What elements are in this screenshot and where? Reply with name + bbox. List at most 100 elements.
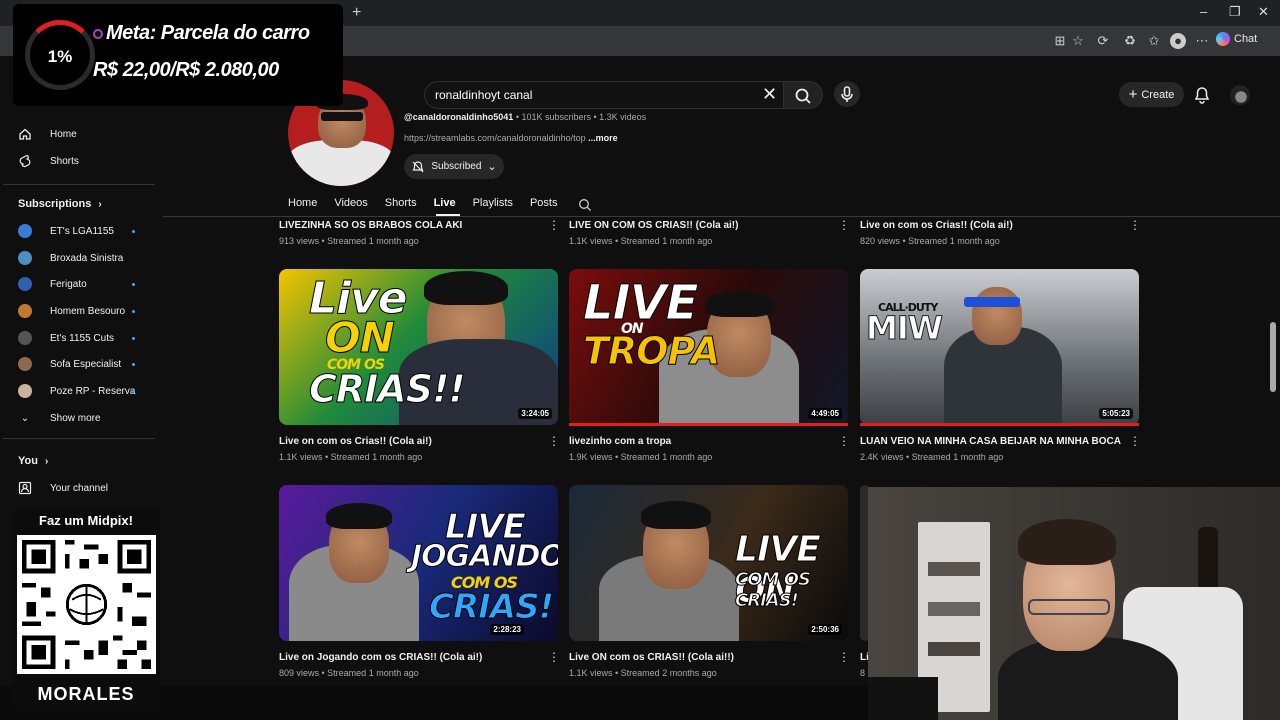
video-title[interactable]: Live ON com os CRIAS!! (Cola ai!!)	[569, 652, 831, 663]
channel-more-link[interactable]: ...more	[588, 133, 618, 143]
new-content-dot	[132, 390, 135, 393]
sidebar-item-home[interactable]: Home	[18, 127, 77, 141]
video-title[interactable]: LIVE ON COM OS CRIAS!! (Cola ai!)	[569, 220, 831, 231]
tab-posts[interactable]: Posts	[530, 197, 558, 212]
new-tab-button[interactable]: +	[352, 4, 361, 22]
sidebar-item-your-channel[interactable]: Your channel	[18, 481, 108, 495]
video-meta: 1.1K views • Streamed 2 months ago	[569, 668, 717, 678]
favorite-icon[interactable]: ☆	[1070, 33, 1086, 49]
watch-progress-bar	[860, 423, 1139, 426]
video-meta: 820 views • Streamed 1 month ago	[860, 236, 1000, 246]
channel-search-icon[interactable]	[578, 198, 592, 212]
video-menu-icon[interactable]: ⋮	[548, 219, 560, 231]
tab-home[interactable]: Home	[288, 197, 317, 212]
extensions-icon[interactable]: ⟳	[1095, 33, 1111, 49]
video-title[interactable]: livezinho com a tropa	[569, 436, 831, 447]
tab-videos[interactable]: Videos	[334, 197, 367, 212]
chevron-right-icon: ›	[98, 199, 102, 210]
subscriptions-heading-label: Subscriptions	[18, 198, 92, 210]
video-menu-icon[interactable]: ⋮	[838, 435, 850, 447]
subscription-item[interactable]: ET's LGA1155	[18, 224, 114, 238]
you-heading-label: You	[18, 455, 38, 467]
video-meta: 1.1K views • Streamed 1 month ago	[279, 452, 423, 462]
subscriptions-heading[interactable]: Subscriptions ›	[18, 198, 102, 210]
minimize-button[interactable]: –	[1200, 4, 1207, 19]
channel-handle: @canaldoronaldinho5041	[404, 112, 514, 122]
channel-link[interactable]: https://streamlabs.com/canaldoronaldinho…	[404, 133, 586, 143]
subscription-avatar	[18, 304, 32, 318]
video-thumbnail[interactable]: Live ON COM OS CRIAS!! 3:24:05	[279, 269, 558, 425]
subscribed-button[interactable]: Subscribed ⌄	[404, 154, 504, 179]
you-heading[interactable]: You ›	[18, 455, 48, 467]
subscription-item[interactable]: Sofa Especialist	[18, 357, 121, 371]
close-window-button[interactable]: ✕	[1258, 4, 1269, 20]
search-icon	[795, 88, 811, 104]
video-menu-icon[interactable]: ⋮	[548, 651, 560, 663]
create-label: Create	[1141, 88, 1175, 101]
sidebar-show-more[interactable]: ⌄ Show more	[18, 411, 101, 425]
new-content-dot	[132, 230, 135, 233]
thumbnail-text: JOGANDO	[410, 539, 558, 575]
thumbnail-text: CRIAS!!	[309, 367, 467, 412]
new-content-dot	[132, 363, 135, 366]
bell-off-icon	[412, 160, 424, 172]
video-meta: 913 views • Streamed 1 month ago	[279, 236, 419, 246]
tab-playlists[interactable]: Playlists	[473, 197, 513, 212]
video-menu-icon[interactable]: ⋮	[1129, 219, 1141, 231]
subscription-item[interactable]: Poze RP - Reserva	[18, 384, 135, 398]
subscription-name: Sofa Especialist	[50, 358, 122, 370]
subscription-item[interactable]: Et's 1155 Cuts	[18, 331, 114, 345]
new-content-dot	[132, 310, 135, 313]
video-title[interactable]: Live on Jogando com os CRIAS!! (Cola ai!…	[279, 652, 541, 663]
goal-progress-ring: 1%	[25, 20, 95, 90]
subscription-avatar	[18, 277, 32, 291]
shorts-icon	[18, 154, 32, 168]
video-menu-icon[interactable]: ⋮	[838, 651, 850, 663]
video-meta: 1.1K views • Streamed 1 month ago	[569, 236, 713, 246]
clear-search-icon[interactable]: ✕	[762, 85, 777, 103]
video-title[interactable]: LIVEZINHA SO OS BRABOS COLA AKI	[279, 220, 541, 231]
scrollbar-thumb[interactable]	[1270, 322, 1276, 392]
video-menu-icon[interactable]: ⋮	[548, 435, 560, 447]
subscription-item[interactable]: Homem Besouro	[18, 304, 125, 318]
tab-shorts[interactable]: Shorts	[385, 197, 417, 212]
tab-live[interactable]: Live	[434, 197, 456, 212]
notifications-bell-icon[interactable]	[1193, 86, 1211, 104]
create-button[interactable]: + Create	[1119, 82, 1184, 107]
subscription-avatar	[18, 331, 32, 345]
profile-icon[interactable]: ●	[1170, 33, 1186, 49]
subscription-name: Et's 1155 Cuts	[50, 332, 114, 344]
search-input[interactable]	[424, 81, 783, 109]
video-duration: 2:28:23	[490, 624, 524, 635]
maximize-button[interactable]: ❐	[1229, 4, 1241, 20]
chevron-down-icon: ⌄	[20, 412, 30, 424]
favorites-bar-icon[interactable]: ✩	[1146, 33, 1162, 49]
apps-icon[interactable]: ⊞	[1052, 33, 1068, 49]
qr-code	[17, 535, 156, 674]
collections-icon[interactable]: ♻	[1122, 33, 1138, 49]
account-avatar[interactable]	[1230, 85, 1250, 105]
video-title[interactable]: LUAN VEIO NA MINHA CASA BEIJAR NA MINHA …	[860, 436, 1126, 447]
subscription-name: Poze RP - Reserva	[50, 385, 136, 397]
tabs-divider	[163, 216, 1280, 217]
copilot-chat-button[interactable]: Chat	[1216, 32, 1257, 46]
subscription-name: Ferigato	[50, 278, 87, 290]
video-thumbnail[interactable]: LIVE ON COM OS CRIAS! 2:50:36	[569, 485, 848, 641]
video-menu-icon[interactable]: ⋮	[838, 219, 850, 231]
your-channel-icon	[18, 481, 32, 495]
channel-links: https://streamlabs.com/canaldoronaldinho…	[404, 133, 618, 143]
goal-title: Meta: Parcela do carro	[106, 22, 310, 44]
video-menu-icon[interactable]: ⋮	[1129, 435, 1141, 447]
video-thumbnail[interactable]: CALL·DUTY MIW 5:05:23	[860, 269, 1139, 425]
voice-search-button[interactable]	[834, 81, 860, 107]
more-options-icon[interactable]: ⋯	[1194, 33, 1210, 49]
subscription-item[interactable]: Broxada Sinistra	[18, 251, 123, 265]
subscription-item[interactable]: Ferigato	[18, 277, 87, 291]
video-thumbnail[interactable]: LIVE ON TROPA 4:49:05	[569, 269, 848, 425]
video-title[interactable]: Live on com os Crias!! (Cola ai!)	[860, 220, 1122, 231]
video-thumbnail[interactable]: LIVE JOGANDO COM OS CRIAS! 2:28:23	[279, 485, 558, 641]
video-title[interactable]: Live on com os Crias!! (Cola ai!)	[279, 436, 541, 447]
subscribed-label: Subscribed	[431, 161, 482, 172]
search-button[interactable]	[783, 81, 823, 109]
sidebar-item-shorts[interactable]: Shorts	[18, 154, 79, 168]
